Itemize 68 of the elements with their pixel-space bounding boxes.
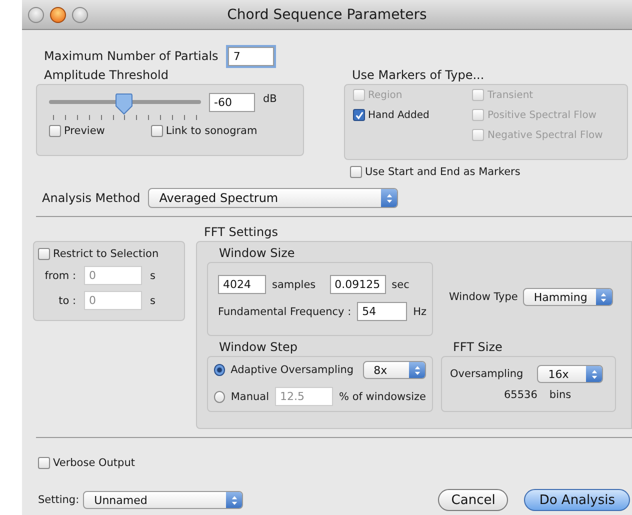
input-field[interactable]: 0 bbox=[84, 291, 142, 310]
group-title: Window Size bbox=[219, 246, 296, 262]
input-field[interactable]: 4024 bbox=[218, 275, 266, 294]
field-label: to : bbox=[58, 294, 76, 306]
window-control-icon[interactable] bbox=[28, 6, 44, 22]
input-field[interactable]: 0.09125 bbox=[330, 275, 386, 294]
unit-label: s bbox=[150, 270, 156, 282]
checkbox[interactable] bbox=[353, 109, 365, 121]
group-title: FFT Settings bbox=[204, 225, 279, 241]
group-title: Amplitude Threshold bbox=[44, 68, 170, 84]
unit-label: s bbox=[150, 294, 156, 306]
dropdown[interactable]: Averaged Spectrum bbox=[148, 188, 398, 208]
window-control-icon[interactable] bbox=[72, 6, 88, 22]
radio-button[interactable] bbox=[214, 364, 225, 376]
radio-label: Manual bbox=[230, 390, 270, 402]
slider-thumb[interactable] bbox=[115, 93, 133, 115]
checkbox-label: Transient bbox=[487, 90, 534, 100]
unit-label: sec bbox=[392, 278, 410, 290]
input-field[interactable]: 7 bbox=[228, 46, 274, 66]
stepper-arrows-icon bbox=[600, 292, 608, 302]
input-field[interactable]: 12.5 bbox=[275, 387, 334, 406]
checkbox-label: Restrict to Selection bbox=[53, 248, 159, 260]
input-field[interactable]: 54 bbox=[357, 302, 408, 321]
checkbox-label: Positive Spectral Flow bbox=[487, 110, 596, 120]
dropdown[interactable]: 16x bbox=[537, 365, 604, 383]
field-label: from : bbox=[44, 270, 76, 282]
unit-label: samples bbox=[272, 278, 316, 290]
bins-value: 65536 bbox=[504, 389, 538, 401]
checkbox[interactable] bbox=[38, 457, 50, 469]
unit-label: % of windowsize bbox=[339, 390, 426, 402]
input-field[interactable]: 0 bbox=[84, 266, 142, 285]
checkbox[interactable] bbox=[38, 248, 50, 260]
field-label: Maximum Number of Partials bbox=[44, 49, 218, 63]
checkbox-label: Preview bbox=[64, 125, 105, 137]
stepper-arrows-icon bbox=[414, 364, 420, 376]
push-button[interactable]: Cancel bbox=[438, 489, 508, 511]
checkbox-label: Use Start and End as Markers bbox=[365, 166, 520, 178]
dropdown[interactable]: 8x bbox=[362, 361, 426, 379]
close-icon[interactable] bbox=[50, 6, 66, 22]
input-field[interactable]: -60 bbox=[209, 93, 255, 112]
dropdown[interactable]: Unnamed bbox=[83, 491, 244, 509]
stepper-arrows-icon bbox=[230, 494, 238, 506]
field-label: Window Type bbox=[449, 291, 518, 303]
window-title: Chord Sequence Parameters bbox=[227, 6, 427, 22]
group-title: Use Markers of Type... bbox=[352, 68, 486, 84]
unit-label: dB bbox=[263, 93, 277, 105]
checkbox-label: Negative Spectral Flow bbox=[487, 130, 603, 140]
slider[interactable] bbox=[49, 93, 201, 121]
unit-label: Hz bbox=[413, 306, 427, 318]
checkbox[interactable] bbox=[150, 125, 163, 137]
checkbox[interactable] bbox=[350, 166, 362, 178]
field-label: Oversampling bbox=[450, 368, 524, 380]
radio-button[interactable] bbox=[214, 390, 225, 402]
push-button[interactable]: Do Analysis bbox=[524, 489, 630, 511]
group-title: FFT Size bbox=[453, 340, 504, 356]
group-title: Window Step bbox=[219, 340, 298, 356]
checkbox-label: Region bbox=[368, 90, 402, 100]
checkbox-label: Link to sonogram bbox=[166, 125, 258, 137]
unit-label: bins bbox=[549, 389, 572, 401]
field-label: Setting: bbox=[38, 494, 80, 506]
stepper-arrows-icon bbox=[386, 192, 393, 204]
stepper-arrows-icon bbox=[590, 368, 598, 380]
checkbox-label: Hand Added bbox=[368, 110, 430, 120]
checkbox[interactable] bbox=[49, 125, 61, 137]
dropdown[interactable]: Hamming bbox=[522, 288, 613, 306]
field-label: Fundamental Frequency : bbox=[218, 306, 352, 318]
checkbox-label: Verbose Output bbox=[53, 457, 135, 469]
field-label: Analysis Method bbox=[42, 191, 140, 205]
